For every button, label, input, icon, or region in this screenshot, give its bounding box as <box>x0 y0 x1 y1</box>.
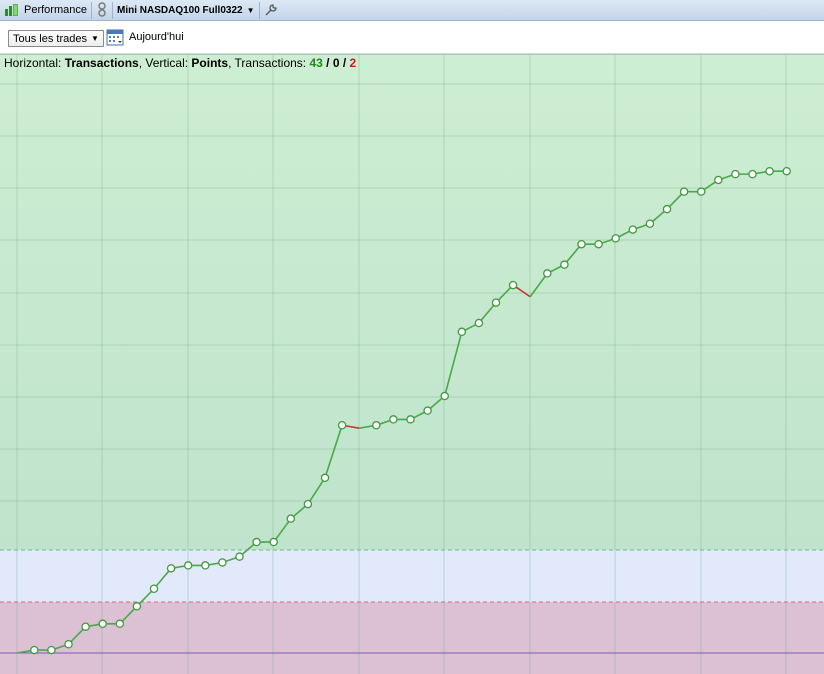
legend-v-value: Points <box>191 56 229 70</box>
link-button[interactable] <box>92 0 112 21</box>
date-label: Aujourd'hui <box>129 31 184 43</box>
legend-v-prefix: , Vertical: <box>138 56 192 70</box>
trade-point[interactable] <box>560 260 569 269</box>
trade-point[interactable] <box>149 584 159 594</box>
trade-point[interactable] <box>115 619 125 629</box>
trade-point[interactable] <box>662 204 672 214</box>
legend-losing-count: 2 <box>349 56 357 70</box>
trade-point[interactable] <box>440 391 449 401</box>
legend-h-value: Transactions <box>64 56 139 70</box>
trade-point[interactable] <box>714 175 723 185</box>
legend-sep-2: / <box>339 56 350 70</box>
trade-point[interactable] <box>218 558 227 567</box>
trade-point[interactable] <box>474 318 484 328</box>
trade-point[interactable] <box>543 269 552 278</box>
chevron-down-icon: ▼ <box>90 34 99 43</box>
equity-chart: Horizontal: Transactions, Vertical: Poin… <box>0 54 824 674</box>
performance-label: Performance <box>24 4 87 16</box>
trade-point[interactable] <box>406 415 415 424</box>
trade-point[interactable] <box>303 499 313 509</box>
trade-point[interactable] <box>81 622 90 631</box>
trade-point[interactable] <box>235 552 244 561</box>
performance-tab[interactable]: Performance <box>0 0 91 21</box>
neutral-zone <box>0 550 824 602</box>
legend-even-count: 0 <box>332 56 340 70</box>
trade-point[interactable] <box>47 645 56 655</box>
trade-point[interactable] <box>98 619 107 629</box>
trade-point[interactable] <box>201 561 210 570</box>
trade-point[interactable] <box>679 187 689 196</box>
trade-point[interactable] <box>286 514 296 523</box>
chart-legend: Horizontal: Transactions, Vertical: Poin… <box>4 56 356 70</box>
trade-point[interactable] <box>372 420 381 430</box>
performance-chart-icon <box>5 4 18 16</box>
chart-svg <box>0 54 824 674</box>
trade-point[interactable] <box>252 537 261 547</box>
trade-point[interactable] <box>577 239 586 249</box>
trade-point[interactable] <box>748 169 757 179</box>
loss-zone <box>0 602 824 674</box>
trade-point[interactable] <box>269 537 278 547</box>
trade-point[interactable] <box>389 415 398 424</box>
trade-point[interactable] <box>64 639 73 649</box>
instrument-label: Mini NASDAQ100 Full0322 <box>116 4 243 16</box>
trade-point[interactable] <box>166 564 176 573</box>
trades-filter-value: Tous les trades <box>13 32 87 45</box>
trade-point[interactable] <box>782 166 791 176</box>
wrench-icon <box>265 4 277 16</box>
trade-point[interactable] <box>765 166 774 176</box>
title-bar: Performance Mini NASDAQ100 Full0322 ▼ <box>0 0 824 21</box>
calendar-icon <box>106 29 124 46</box>
trade-point[interactable] <box>731 169 740 179</box>
profit-zone <box>0 54 824 550</box>
date-button[interactable]: Aujourd'hui <box>106 28 184 46</box>
legend-winning-count: 43 <box>309 56 323 70</box>
trade-point[interactable] <box>508 280 518 290</box>
link-chain-icon <box>98 2 106 17</box>
toolbar: Tous les trades ▼ Aujourd'hui <box>0 22 824 54</box>
trade-point[interactable] <box>594 239 603 249</box>
trade-point[interactable] <box>457 327 467 337</box>
trade-point[interactable] <box>320 473 330 483</box>
chevron-down-icon: ▼ <box>246 5 255 15</box>
trade-point[interactable] <box>30 645 39 655</box>
trade-point[interactable] <box>611 234 620 243</box>
legend-sep-1: / <box>322 56 333 70</box>
trade-point[interactable] <box>423 406 432 415</box>
trades-filter-dropdown[interactable]: Tous les trades ▼ <box>8 30 104 47</box>
trade-point[interactable] <box>628 225 638 234</box>
trade-point[interactable] <box>183 561 193 570</box>
settings-button[interactable] <box>260 0 282 21</box>
legend-t-prefix: , Transactions: <box>228 56 310 70</box>
trade-point[interactable] <box>491 298 501 307</box>
legend-h-prefix: Horizontal: <box>4 56 65 70</box>
trade-point[interactable] <box>337 420 347 430</box>
trade-point[interactable] <box>645 219 655 229</box>
trade-point[interactable] <box>132 602 142 611</box>
trade-point[interactable] <box>696 187 706 196</box>
instrument-selector[interactable]: Mini NASDAQ100 Full0322 ▼ <box>113 0 259 21</box>
